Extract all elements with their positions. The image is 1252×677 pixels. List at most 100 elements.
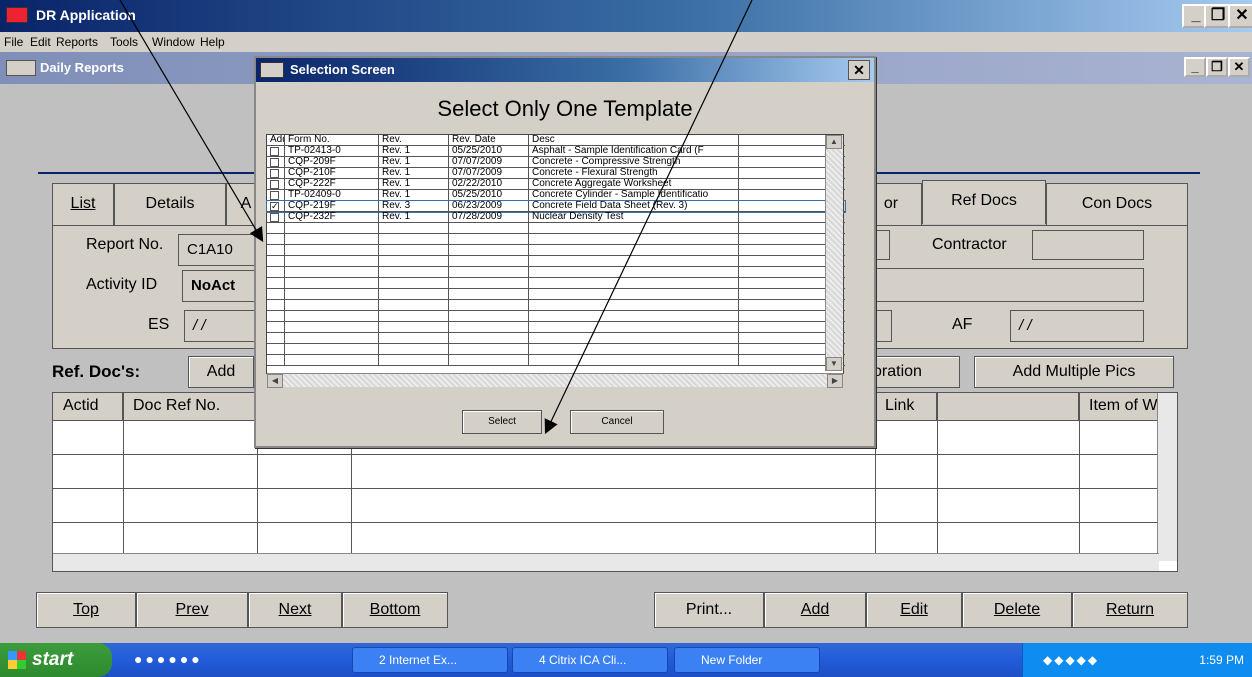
grid-line — [123, 393, 124, 565]
taskbar-item-new-folder[interactable]: New Folder — [674, 647, 820, 673]
column-header-rev-date[interactable]: Rev. Date — [449, 135, 529, 146]
quick-launch-icons[interactable]: ●●●●●● — [134, 651, 284, 669]
menu-edit[interactable]: Edit — [30, 35, 51, 49]
print-button[interactable]: Print... — [654, 592, 764, 628]
prev-button[interactable]: Prev — [136, 592, 248, 628]
column-header-link[interactable]: Link — [875, 393, 937, 421]
add-checkbox-cell: ✓ — [267, 201, 285, 212]
scroll-right-button[interactable]: ▶ — [827, 374, 843, 388]
extra-cell — [739, 201, 827, 212]
add-checkbox[interactable] — [270, 180, 279, 189]
system-tray: ◆◆◆◆◆ 1:59 PM — [1022, 643, 1252, 677]
close-button[interactable]: ✕ — [1228, 4, 1252, 28]
extra-cell — [739, 190, 827, 201]
contractor-field[interactable] — [1032, 230, 1144, 260]
activity-desc-field[interactable] — [872, 268, 1144, 302]
empty-cell — [449, 289, 529, 300]
dialog-window-icon — [260, 62, 284, 78]
table-row — [267, 256, 845, 267]
empty-cell — [529, 223, 739, 234]
tab-con-docs[interactable]: Con Docs — [1046, 183, 1188, 225]
dialog-close-button[interactable]: ✕ — [848, 60, 870, 80]
empty-cell — [267, 300, 285, 311]
start-button[interactable]: start — [0, 643, 112, 677]
next-button[interactable]: Next — [248, 592, 342, 628]
add-checkbox[interactable] — [270, 147, 279, 156]
add-button[interactable]: Add — [764, 592, 866, 628]
empty-cell — [739, 234, 827, 245]
empty-cell — [379, 245, 449, 256]
empty-cell — [267, 234, 285, 245]
return-button[interactable]: Return — [1072, 592, 1188, 628]
cancel-button[interactable]: Cancel — [570, 410, 664, 434]
empty-cell — [285, 311, 379, 322]
bottom-button[interactable]: Bottom — [342, 592, 448, 628]
tray-icons[interactable]: ◆◆◆◆◆ — [1043, 643, 1099, 677]
table-row[interactable]: CQP-232F Rev. 1 07/28/2009 Nuclear Density … — [267, 212, 845, 223]
scroll-down-button[interactable]: ▼ — [826, 357, 842, 371]
tab-ref-docs[interactable]: Ref Docs — [922, 180, 1046, 224]
add-ref-doc-button[interactable]: Add — [188, 356, 254, 388]
table-row[interactable]: CQP-210F Rev. 1 07/07/2009 Concrete - Flexu… — [267, 168, 845, 179]
column-header-6[interactable] — [937, 393, 1079, 421]
column-header-doc-ref-no[interactable]: Doc Ref No. — [123, 393, 257, 421]
taskbar-item-internet-explorer[interactable]: 2 Internet Ex... — [352, 647, 508, 673]
mdi-close-button[interactable]: ✕ — [1228, 57, 1250, 77]
column-header-rev[interactable]: Rev. — [379, 135, 449, 146]
table-row — [53, 454, 1159, 455]
tab-details[interactable]: Details — [114, 183, 226, 225]
table-row[interactable]: TP-02413-0 Rev. 1 05/25/2010 Asphalt - Samp… — [267, 146, 845, 157]
grid-horizontal-scrollbar[interactable] — [53, 553, 1159, 571]
add-checkbox-cell — [267, 212, 285, 223]
empty-cell — [267, 322, 285, 333]
add-checkbox[interactable] — [270, 169, 279, 178]
table-row[interactable]: TP-02409-0 Rev. 1 05/25/2010 Concrete Cylin… — [267, 190, 845, 201]
af-field[interactable]: / / — [1010, 310, 1144, 342]
table-row[interactable]: ✓ CQP-219F Rev. 3 06/23/2009 Concrete Field … — [266, 200, 846, 213]
table-row[interactable]: CQP-209F Rev. 1 07/07/2009 Concrete - Compr… — [267, 157, 845, 168]
empty-cell — [285, 344, 379, 355]
app-title: DR Application — [36, 7, 136, 23]
empty-cell — [267, 344, 285, 355]
table-row[interactable]: CQP-222F Rev. 1 02/22/2010 Concrete Aggrega… — [267, 179, 845, 190]
grid-vertical-scrollbar[interactable] — [1157, 393, 1177, 561]
add-checkbox[interactable] — [270, 158, 279, 167]
edit-button[interactable]: Edit — [866, 592, 962, 628]
column-header-desc[interactable]: Desc — [529, 135, 739, 146]
empty-cell — [739, 344, 827, 355]
taskbar-item-citrix[interactable]: 4 Citrix ICA Cli... — [512, 647, 668, 673]
delete-button[interactable]: Delete — [962, 592, 1072, 628]
column-header-actid[interactable]: Actid — [53, 393, 123, 421]
menu-window[interactable]: Window — [152, 35, 195, 49]
desc-cell: Asphalt - Sample Identification Card (F — [529, 146, 739, 157]
add-checkbox-cell — [267, 168, 285, 179]
incorporation-button[interactable]: oration — [868, 356, 960, 388]
scroll-up-button[interactable]: ▲ — [826, 135, 842, 149]
mdi-maximize-button[interactable]: ❐ — [1206, 57, 1228, 77]
mdi-minimize-button[interactable]: _ — [1184, 57, 1206, 77]
add-checkbox[interactable]: ✓ — [270, 202, 279, 211]
menu-help[interactable]: Help — [200, 35, 225, 49]
empty-cell — [529, 267, 739, 278]
table-horizontal-scrollbar[interactable]: ◀ ▶ — [267, 373, 843, 388]
column-header-extra[interactable] — [739, 135, 827, 146]
rev-date-cell: 07/07/2009 — [449, 168, 529, 179]
menu-tools[interactable]: Tools — [110, 35, 138, 49]
desc-cell: Concrete - Flexural Strength — [529, 168, 739, 179]
table-vertical-scrollbar[interactable]: ▲ ▼ — [825, 135, 843, 371]
scroll-left-button[interactable]: ◀ — [267, 374, 283, 388]
column-header-item-of-work[interactable]: Item of W — [1079, 393, 1159, 421]
add-checkbox[interactable] — [270, 213, 279, 222]
empty-cell — [379, 234, 449, 245]
column-header-form-no[interactable]: Form No. — [285, 135, 379, 146]
tab-list[interactable]: List — [52, 183, 114, 225]
menu-file[interactable]: File — [4, 35, 23, 49]
select-button[interactable]: Select — [462, 410, 542, 434]
add-multiple-pics-button[interactable]: Add Multiple Pics — [974, 356, 1174, 388]
menu-reports[interactable]: Reports — [56, 35, 98, 49]
column-header-add[interactable]: Add — [267, 135, 285, 146]
top-button[interactable]: Top — [36, 592, 136, 628]
template-table[interactable]: Add Form No. Rev. Rev. Date Desc TP-0241… — [266, 134, 846, 388]
empty-cell — [285, 300, 379, 311]
add-checkbox[interactable] — [270, 191, 279, 200]
